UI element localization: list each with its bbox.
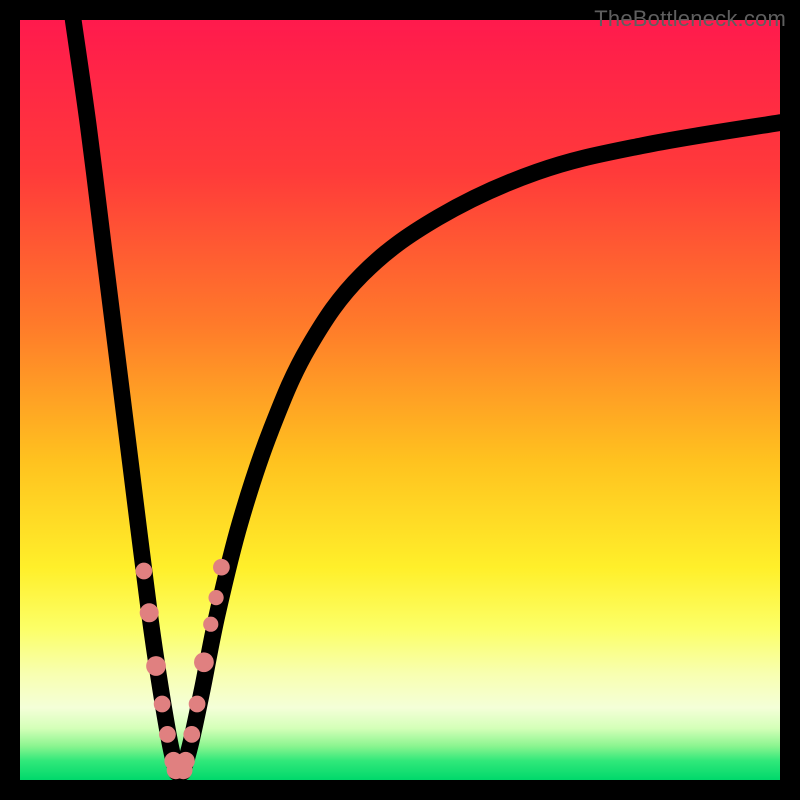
bead-right-1 xyxy=(183,726,200,743)
bead-left-1 xyxy=(140,603,159,622)
watermark-text: TheBottleneck.com xyxy=(594,6,786,32)
bead-bottom-1 xyxy=(174,761,192,779)
bead-left-3 xyxy=(154,696,171,713)
bead-right-6 xyxy=(213,559,230,576)
outer-frame: TheBottleneck.com xyxy=(0,0,800,800)
bead-right-5 xyxy=(208,590,223,605)
bead-right-4 xyxy=(203,617,218,632)
plot-area xyxy=(20,20,780,780)
curve-layer xyxy=(20,20,780,780)
bead-right-3 xyxy=(194,652,214,672)
bead-left-4 xyxy=(159,726,176,743)
bead-left-0 xyxy=(136,563,153,580)
curve-right-branch xyxy=(183,123,780,773)
bead-left-2 xyxy=(146,656,166,676)
bead-right-2 xyxy=(189,696,206,713)
